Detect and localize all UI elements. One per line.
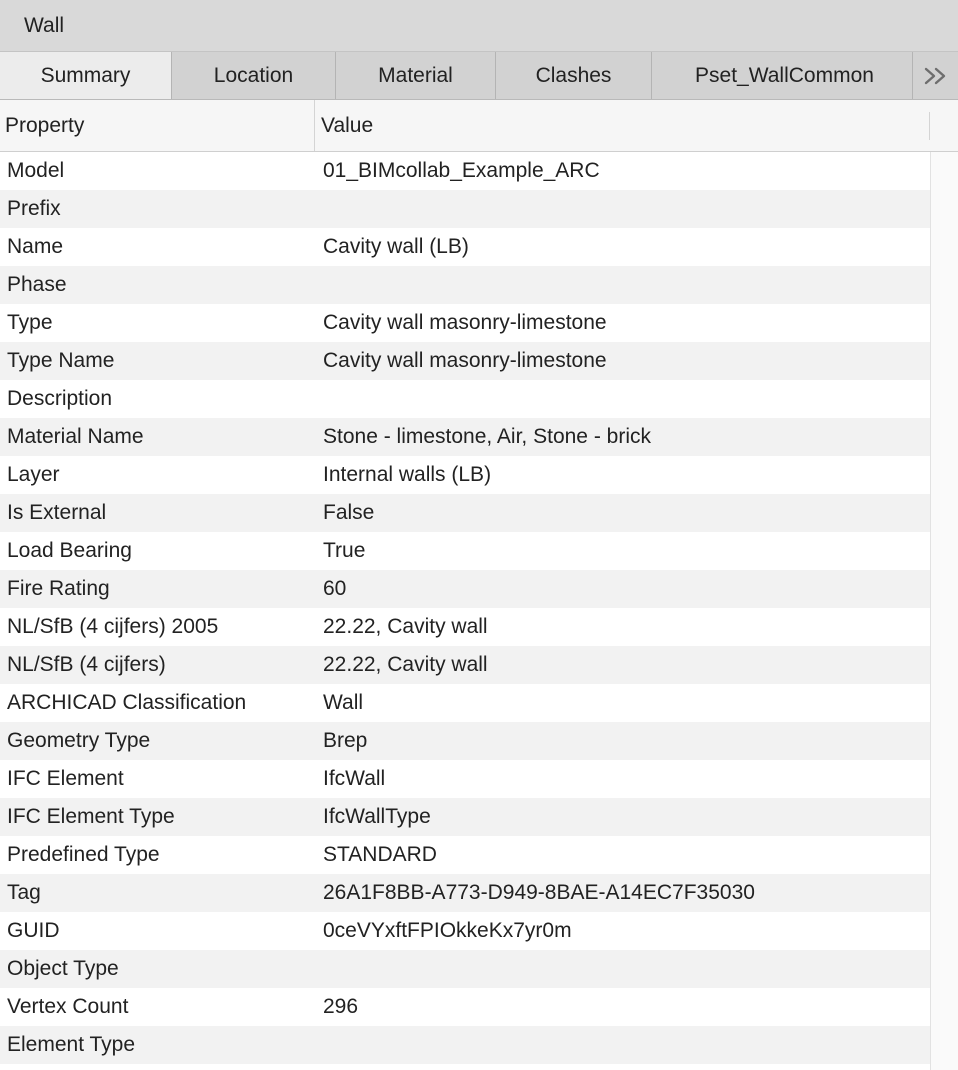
property-name-cell: IFC Element	[7, 767, 124, 790]
property-name-cell: Predefined Type	[7, 843, 160, 866]
table-row[interactable]: ARCHICAD Classification Wall	[0, 684, 930, 722]
table-row[interactable]: NL/SfB (4 cijfers) 2005 22.22, Cavity wal…	[0, 608, 930, 646]
table-row[interactable]: Predefined Type STANDARD	[0, 836, 930, 874]
table-row[interactable]: IFC Element IfcWall	[0, 760, 930, 798]
property-name-cell: Name	[7, 235, 64, 258]
property-name-cell: GUID	[7, 919, 60, 942]
table-row[interactable]: Layer Internal walls (LB)	[0, 456, 930, 494]
tab-label: Summary	[40, 63, 131, 87]
table-row[interactable]: Description	[0, 380, 930, 418]
tab-material[interactable]: Material	[336, 52, 496, 99]
tab-label: Location	[213, 63, 294, 87]
column-header-value[interactable]: Value	[315, 100, 958, 151]
property-name-cell: Fire Rating	[7, 577, 110, 600]
tab-overflow-button[interactable]	[912, 52, 958, 99]
column-divider	[929, 112, 930, 140]
property-name-cell: Material Name	[7, 425, 144, 448]
table-row[interactable]: Type Name Cavity wall masonry-limestone	[0, 342, 930, 380]
property-value-cell: Wall	[323, 691, 364, 714]
column-header-label: Value	[321, 113, 374, 137]
property-value-cell: Cavity wall (LB)	[323, 235, 469, 258]
property-value-cell: Internal walls (LB)	[323, 463, 492, 486]
property-name-cell: Load Bearing	[7, 539, 132, 562]
property-name-cell: Element Type	[7, 1033, 136, 1056]
window-titlebar: Wall	[0, 0, 958, 52]
property-value-cell: 296	[323, 995, 359, 1018]
properties-table-body: Model 01_BIMcollab_Example_ARC Prefix Name C…	[0, 152, 958, 1064]
property-value-cell: Cavity wall masonry-limestone	[323, 311, 607, 334]
property-value-cell: False	[323, 501, 375, 524]
property-name-cell: Description	[7, 387, 113, 410]
property-value-cell: IfcWallType	[323, 805, 431, 828]
table-row[interactable]: GUID 0ceVYxftFPIOkkeKx7yr0m	[0, 912, 930, 950]
property-value-cell: True	[323, 539, 366, 562]
table-header: Property Value	[0, 100, 958, 152]
property-value-cell: 22.22, Cavity wall	[323, 615, 488, 638]
property-name-cell: Prefix	[7, 197, 61, 220]
property-name-cell: Vertex Count	[7, 995, 129, 1018]
properties-window: Wall Summary Location Material Clashes P…	[0, 0, 958, 1070]
table-row[interactable]: Is External False	[0, 494, 930, 532]
property-value-cell: IfcWall	[323, 767, 386, 790]
property-name-cell: NL/SfB (4 cijfers)	[7, 653, 166, 676]
table-row[interactable]: Name Cavity wall (LB)	[0, 228, 930, 266]
property-value-cell: Stone - limestone, Air, Stone - brick	[323, 425, 651, 448]
property-value-cell: Cavity wall masonry-limestone	[323, 349, 607, 372]
table-row[interactable]: Prefix	[0, 190, 930, 228]
property-name-cell: Phase	[7, 273, 67, 296]
table-row[interactable]: NL/SfB (4 cijfers) 22.22, Cavity wall	[0, 646, 930, 684]
property-value-cell: Brep	[323, 729, 368, 752]
tab-location[interactable]: Location	[172, 52, 336, 99]
property-name-cell: Geometry Type	[7, 729, 151, 752]
table-row[interactable]: Material Name Stone - limestone, Air, Sto…	[0, 418, 930, 456]
property-name-cell: Layer	[7, 463, 60, 486]
property-value-cell: 01_BIMcollab_Example_ARC	[323, 159, 600, 182]
tab-bar: Summary Location Material Clashes Pset_W…	[0, 52, 958, 100]
tab-label: Clashes	[535, 63, 612, 87]
tab-label: Material	[378, 63, 453, 87]
property-name-cell: Tag	[7, 881, 41, 904]
table-row[interactable]: Geometry Type Brep	[0, 722, 930, 760]
tab-summary[interactable]: Summary	[0, 52, 172, 99]
property-name-cell: Type	[7, 311, 53, 334]
window-title: Wall	[24, 13, 65, 37]
table-row[interactable]: Tag 26A1F8BB-A773-D949-8BAE-A14EC7F35030	[0, 874, 930, 912]
column-header-label: Property	[5, 113, 85, 137]
property-name-cell: Model	[7, 159, 65, 182]
column-header-property[interactable]: Property	[0, 100, 315, 151]
property-value-cell: 26A1F8BB-A773-D949-8BAE-A14EC7F35030	[323, 881, 755, 904]
property-name-cell: ARCHICAD Classification	[7, 691, 247, 714]
vertical-scrollbar[interactable]	[930, 152, 958, 1070]
property-value-cell: 60	[323, 577, 347, 600]
tab-pset-wallcommon[interactable]: Pset_WallCommon	[652, 52, 917, 99]
property-name-cell: NL/SfB (4 cijfers) 2005	[7, 615, 219, 638]
table-row[interactable]: Load Bearing True	[0, 532, 930, 570]
property-value-cell: STANDARD	[323, 843, 437, 866]
double-chevron-right-icon	[923, 66, 949, 86]
tab-label: Pset_WallCommon	[695, 63, 874, 87]
table-row[interactable]: Fire Rating 60	[0, 570, 930, 608]
property-name-cell: IFC Element Type	[7, 805, 175, 828]
table-row[interactable]: Phase	[0, 266, 930, 304]
property-value-cell: 22.22, Cavity wall	[323, 653, 488, 676]
property-name-cell: Type Name	[7, 349, 115, 372]
table-row[interactable]: Type Cavity wall masonry-limestone	[0, 304, 930, 342]
property-value-cell: 0ceVYxftFPIOkkeKx7yr0m	[323, 919, 572, 942]
table-row[interactable]: Element Type	[0, 1026, 930, 1064]
tab-clashes[interactable]: Clashes	[496, 52, 652, 99]
property-name-cell: Is External	[7, 501, 107, 524]
property-name-cell: Object Type	[7, 957, 119, 980]
table-row[interactable]: Vertex Count 296	[0, 988, 930, 1026]
table-row[interactable]: Model 01_BIMcollab_Example_ARC	[0, 152, 930, 190]
table-row[interactable]: IFC Element Type IfcWallType	[0, 798, 930, 836]
table-row[interactable]: Object Type	[0, 950, 930, 988]
